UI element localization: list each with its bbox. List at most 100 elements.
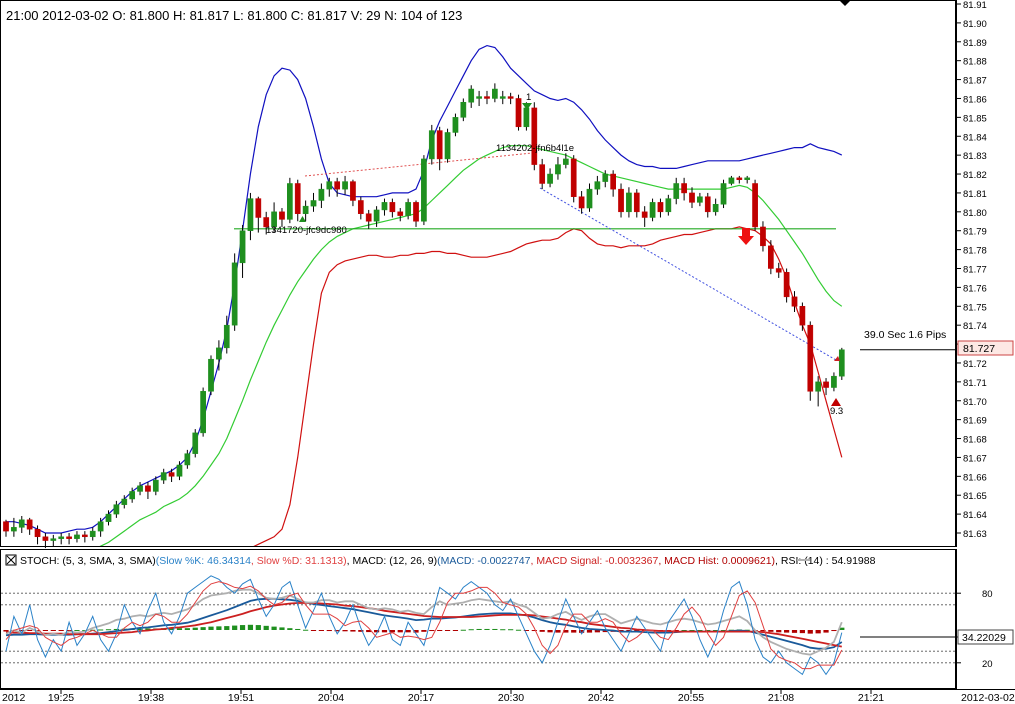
price-tick-label: 81.70	[963, 397, 987, 408]
macd-hist-bar-negative	[831, 630, 837, 632]
bull-candle-body	[421, 158, 427, 222]
bear-candle-body	[823, 381, 829, 388]
macd-hist-bar-positive	[468, 629, 474, 631]
indicator-title-bar: STOCH: (5, 3, SMA, 3, SMA)(Slow %K: 46.3…	[5, 554, 876, 567]
macd-hist-bar-positive	[271, 626, 277, 630]
bear-candle-body	[539, 164, 546, 184]
time-axis: 2012 2012-03-02 19:25 19:38 19:51 20:04 20:1…	[0, 689, 1015, 704]
price-tick-label: 81.66	[963, 472, 987, 483]
candle	[720, 179, 727, 209]
bull-candle-body	[594, 181, 601, 190]
macd-hist-bar-positive	[184, 628, 190, 630]
candle	[838, 347, 845, 380]
macd-hist-bar-positive	[279, 627, 285, 630]
bull-candle-body	[555, 164, 561, 175]
time-tick-label: 20:30	[498, 692, 524, 704]
price-tick-label: 81.71	[963, 378, 987, 389]
bear-candle-body	[365, 213, 372, 222]
bull-candle-body	[152, 479, 159, 492]
price-tick-label: 81.63	[963, 529, 987, 540]
bull-candle-body	[342, 181, 348, 190]
last-price-tag: 81.727	[957, 340, 1014, 356]
bear-candle-body	[66, 536, 72, 539]
macd-hist-bar-positive	[303, 629, 309, 631]
bear-candle-body	[531, 107, 538, 165]
macd-hist-bar-positive	[216, 626, 222, 630]
marker-1-label: 1	[526, 92, 531, 103]
bear-candle-body	[704, 196, 711, 213]
price-tick-label: 81.85	[963, 113, 987, 124]
bull-candle-body	[97, 521, 104, 532]
bull-candle-body	[129, 491, 136, 500]
price-panel-frame	[0, 0, 956, 547]
macd-value-label: (MACD: -0.0022747	[437, 555, 531, 567]
price-tick-label: 81.64	[963, 510, 987, 521]
macd-hist-bar-negative	[27, 630, 33, 631]
chart-canvas: 81.63 81.64 81.65 81.66 81.67 81.68 81.69 81.70…	[0, 0, 1015, 704]
bear-candle-body	[26, 519, 33, 530]
bull-candle-body	[89, 530, 96, 538]
macd-hist-bar-positive	[295, 628, 301, 630]
bear-candle-body	[767, 245, 774, 269]
macd-hist-bar-negative	[571, 630, 577, 633]
bull-candle-body	[649, 202, 656, 218]
bull-candle-body	[665, 198, 672, 213]
bear-candle-body	[760, 226, 766, 247]
time-tick-label: 19:38	[138, 692, 164, 704]
bull-candle-body	[310, 200, 317, 207]
bull-candle-body	[712, 204, 719, 213]
macd-hist-bar-negative	[42, 630, 49, 631]
price-tick-label: 81.86	[963, 94, 987, 105]
candle	[287, 177, 293, 224]
macd-hist-bar-negative	[539, 630, 545, 632]
price-tick-label: 81.74	[963, 321, 987, 332]
bear-candle-body	[3, 521, 9, 532]
bull-candle-body	[302, 205, 309, 214]
price-tick-label: 81.65	[963, 491, 987, 502]
bear-candle-body	[389, 202, 396, 213]
macd-hist-bar-positive	[508, 629, 514, 631]
bull-candle-body	[208, 358, 214, 392]
macd-hist-bar-negative	[389, 630, 395, 633]
price-tick-label: 81.90	[963, 19, 987, 30]
last-price-label: 81.727	[963, 343, 995, 355]
macd-hist-bar-negative	[58, 630, 64, 631]
candle	[231, 253, 238, 331]
candle	[807, 321, 814, 401]
bull-candle-body	[105, 513, 112, 522]
bull-candle-body	[247, 198, 254, 231]
bear-candle-body	[641, 211, 648, 218]
bull-candle-body	[468, 88, 475, 103]
bear-candle-body	[334, 181, 341, 190]
bull-candle-body	[697, 196, 703, 203]
bear-candle-body	[618, 188, 624, 213]
bull-candle-body	[626, 192, 632, 213]
time-tick-label: 20:55	[678, 692, 704, 704]
bear-candle-body	[413, 202, 419, 222]
bear-candle-body	[578, 196, 585, 209]
bear-candle-body	[633, 192, 640, 213]
macd-hist-bar-positive	[263, 625, 269, 630]
bear-candle-body	[799, 306, 806, 326]
bear-candle-body	[350, 181, 356, 201]
macd-hist-bar-positive	[476, 628, 482, 630]
time-tick-label: 21:08	[768, 692, 794, 704]
indicator-legend: STOCH: (5, 3, SMA, 3, SMA)(Slow %K: 46.3…	[20, 555, 876, 567]
price-tick-label: 81.76	[963, 283, 987, 294]
stoch-label: STOCH: (5, 3, SMA, 3, SMA)	[20, 555, 156, 567]
bear-candle-body	[294, 183, 301, 214]
macd-hist-bar-negative	[421, 630, 427, 632]
trade-a-label: 1341720-jfc9dc980	[266, 225, 347, 236]
date-right-label: 2012-03-02	[961, 692, 1015, 704]
pip-info-label: 39.0 Sec 1.6 Pips	[864, 329, 946, 341]
bull-candle-body	[838, 349, 845, 377]
price-tick-label: 81.80	[963, 208, 987, 219]
bull-candle-body	[137, 485, 143, 492]
bull-candle-body	[11, 527, 17, 532]
bear-candle-body	[783, 272, 790, 298]
macd-hist-bar-positive	[113, 628, 119, 630]
price-tick-label: 81.84	[963, 132, 987, 143]
price-tick-label: 81.69	[963, 416, 987, 427]
time-tick-label: 19:51	[228, 692, 254, 704]
price-tick-label: 81.83	[963, 151, 987, 162]
